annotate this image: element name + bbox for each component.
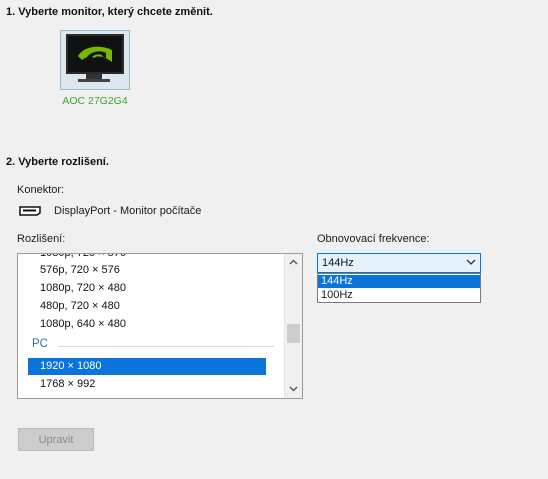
chevron-down-icon (466, 257, 476, 267)
scroll-thumb[interactable] (287, 324, 300, 343)
section-monitor-title: 1. Vyberte monitor, který chcete změnit. (6, 6, 213, 18)
refresh-rate-label: Obnovovací frekvence: (317, 233, 430, 245)
refresh-rate-select[interactable]: 144Hz (317, 253, 481, 273)
resolution-list[interactable]: 1080p, 720 × 576 576p, 720 × 576 1080p, … (17, 253, 303, 399)
resolution-item[interactable]: 1080p, 720 × 576 (28, 254, 266, 262)
connector-value: DisplayPort - Monitor počítače (54, 205, 202, 217)
resolution-scrollbar[interactable] (284, 254, 302, 398)
refresh-rate-value: 144Hz (322, 257, 354, 269)
scroll-down-icon[interactable] (285, 381, 302, 397)
resolution-item-selected[interactable]: 1920 × 1080 (28, 358, 266, 375)
displayport-icon (19, 206, 41, 216)
scroll-up-icon[interactable] (285, 254, 302, 270)
monitor-name[interactable]: AOC 27G2G4 (58, 95, 132, 107)
monitor-base (78, 79, 110, 82)
refresh-option-selected[interactable]: 144Hz (318, 275, 480, 288)
resolution-label: Rozlišení: (17, 233, 66, 245)
apply-button[interactable]: Upravit (18, 428, 94, 451)
resolution-item[interactable]: 576p, 720 × 576 (28, 262, 266, 279)
connector-label: Konektor: (17, 184, 65, 196)
resolution-item[interactable]: 480p, 720 × 480 (28, 298, 266, 315)
refresh-option[interactable]: 100Hz (318, 289, 480, 302)
section-resolution-title: 2. Vyberte rozlišení. (6, 156, 109, 168)
resolution-item[interactable]: 1080p, 720 × 480 (28, 280, 266, 297)
nvidia-logo-icon (66, 34, 124, 74)
refresh-rate-options[interactable]: 144Hz 100Hz (317, 273, 481, 303)
resolution-item[interactable]: 1080p, 640 × 480 (28, 316, 266, 333)
resolution-item[interactable]: 1768 × 992 (28, 376, 266, 393)
resolution-group-pc: PC (32, 338, 48, 350)
group-divider (58, 346, 274, 347)
